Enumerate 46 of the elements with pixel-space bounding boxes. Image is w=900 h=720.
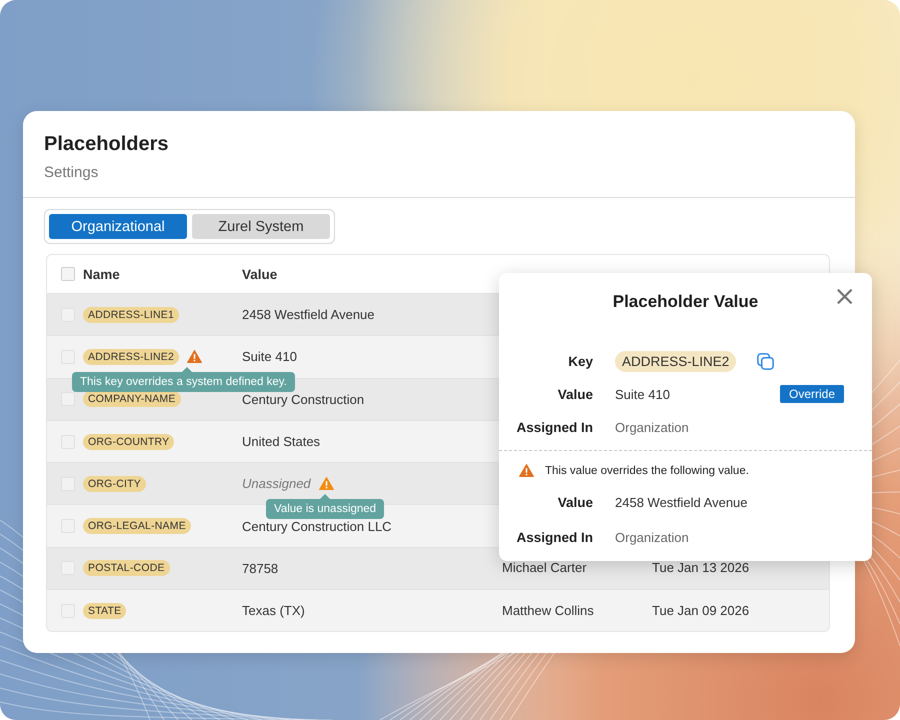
tab[interactable]: Zurel System	[192, 214, 330, 239]
field-label: Value	[556, 494, 593, 510]
tooltip: This key overrides a system defined key.	[72, 366, 295, 392]
notice-text: This value overrides the following value.	[545, 464, 749, 476]
field-value: Organization	[615, 530, 689, 544]
key-tag: ADDRESS-LINE2	[83, 348, 180, 365]
field-label: Assigned In	[515, 530, 593, 544]
value-cell: Texas (TX)	[242, 603, 305, 618]
key-tag: POSTAL-CODE	[83, 560, 170, 576]
modified-on-cell: Tue Jan 13 2026	[652, 560, 750, 576]
key-tag: ADDRESS-LINE2	[615, 350, 736, 372]
key-tag: STATE	[83, 602, 126, 619]
field-label: Value	[556, 386, 593, 402]
tooltip: Value is unassigned	[266, 494, 384, 518]
column-header: Value	[242, 266, 278, 282]
modified-by-cell: Matthew Collins	[502, 602, 594, 618]
page-subtitle: Settings	[44, 164, 100, 181]
key-tag: ADDRESS-LINE1	[83, 306, 180, 323]
key-tag: ORG-LEGAL-NAME	[83, 518, 191, 534]
warning-icon	[519, 464, 534, 477]
field-value: 2458 Westfield Avenue	[615, 494, 748, 510]
value-cell: Century Construction	[242, 392, 364, 407]
field-value: Organization	[615, 420, 689, 434]
value-cell: 2458 Westfield Avenue	[242, 307, 375, 322]
key-tag: COMPANY-NAME	[83, 391, 181, 408]
key-tag: ORG-COUNTRY	[83, 434, 174, 450]
column-header: Name	[83, 266, 120, 282]
field-label: Assigned In	[515, 420, 593, 434]
tab[interactable]: Organizational	[49, 214, 187, 239]
value-cell: Unassigned	[242, 476, 311, 492]
key-tag: ORG-CITY	[83, 476, 146, 492]
modified-on-cell: Tue Jan 09 2026	[652, 602, 750, 618]
value-cell: United States	[242, 434, 320, 450]
value-cell: 78758	[242, 560, 278, 576]
copy-icon[interactable]	[756, 352, 776, 370]
row-checkbox[interactable]	[61, 392, 75, 406]
close-button[interactable]: ×	[831, 285, 858, 309]
modified-by-cell: Michael Carter	[502, 560, 587, 576]
value-cell: Suite 410	[242, 349, 297, 364]
field-label: Key	[567, 354, 593, 368]
override-badge: Override	[780, 385, 844, 403]
page-title: Placeholders	[44, 133, 170, 156]
select-all-checkbox[interactable]	[61, 267, 75, 281]
dialog-title: Placeholder Value	[612, 292, 760, 312]
field-value: Suite 410	[615, 386, 670, 402]
value-cell: Century Construction LLC	[242, 518, 392, 534]
